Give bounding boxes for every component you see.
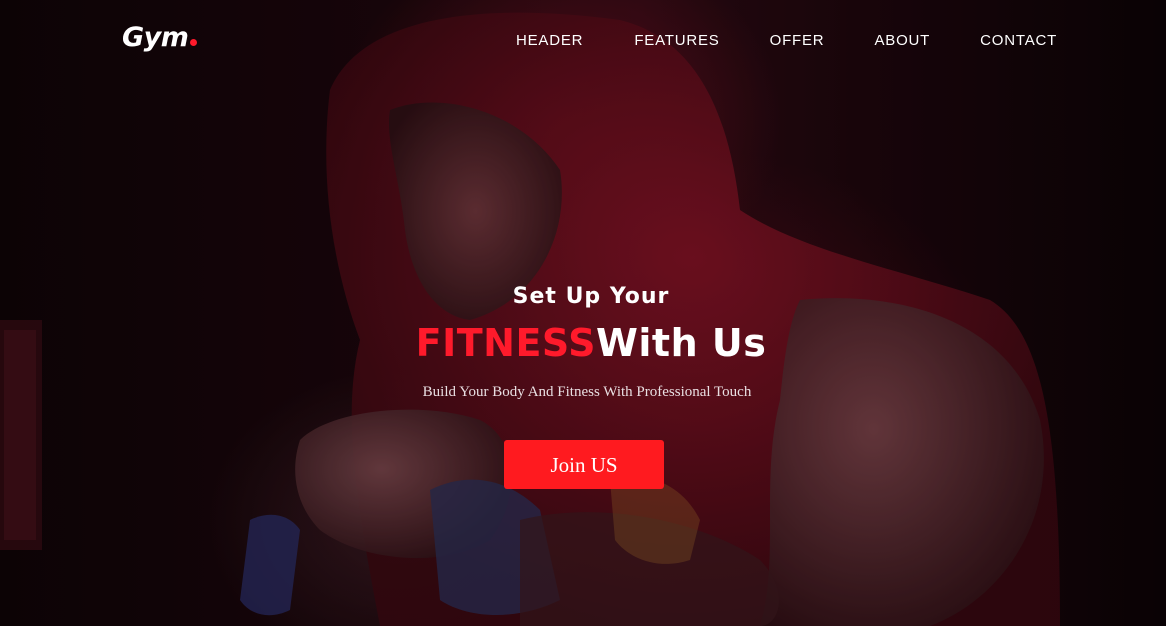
hero-title: FITNESSWith Us <box>16 318 1166 368</box>
nav-link-header[interactable]: HEADER <box>516 31 583 51</box>
hero-pre-title: Set Up Your <box>512 284 670 309</box>
nav-link-contact[interactable]: CONTACT <box>980 31 1057 51</box>
hero-content: Set Up Your FITNESSWith Us Build Your Bo… <box>0 280 1166 489</box>
nav-link-about[interactable]: ABOUT <box>874 31 930 51</box>
hero-title-accent: FITNESS <box>415 321 596 365</box>
nav-link-offer[interactable]: OFFER <box>770 31 825 51</box>
nav-link-features[interactable]: FEATURES <box>634 31 719 51</box>
brand-logo[interactable]: Gym <box>122 20 198 56</box>
hero-section: Gym HEADER FEATURES OFFER ABOUT CONTACT … <box>0 0 1166 626</box>
hero-subtitle: Build Your Body And Fitness With Profess… <box>422 384 752 400</box>
nav-menu: HEADER FEATURES OFFER ABOUT CONTACT <box>516 31 1057 51</box>
brand-name: Gym <box>122 22 189 53</box>
hero-title-rest: With Us <box>595 321 767 365</box>
logo-dot-icon <box>190 39 198 46</box>
top-navbar: Gym HEADER FEATURES OFFER ABOUT CONTACT <box>0 0 1166 80</box>
join-us-button[interactable]: Join US <box>504 440 664 489</box>
